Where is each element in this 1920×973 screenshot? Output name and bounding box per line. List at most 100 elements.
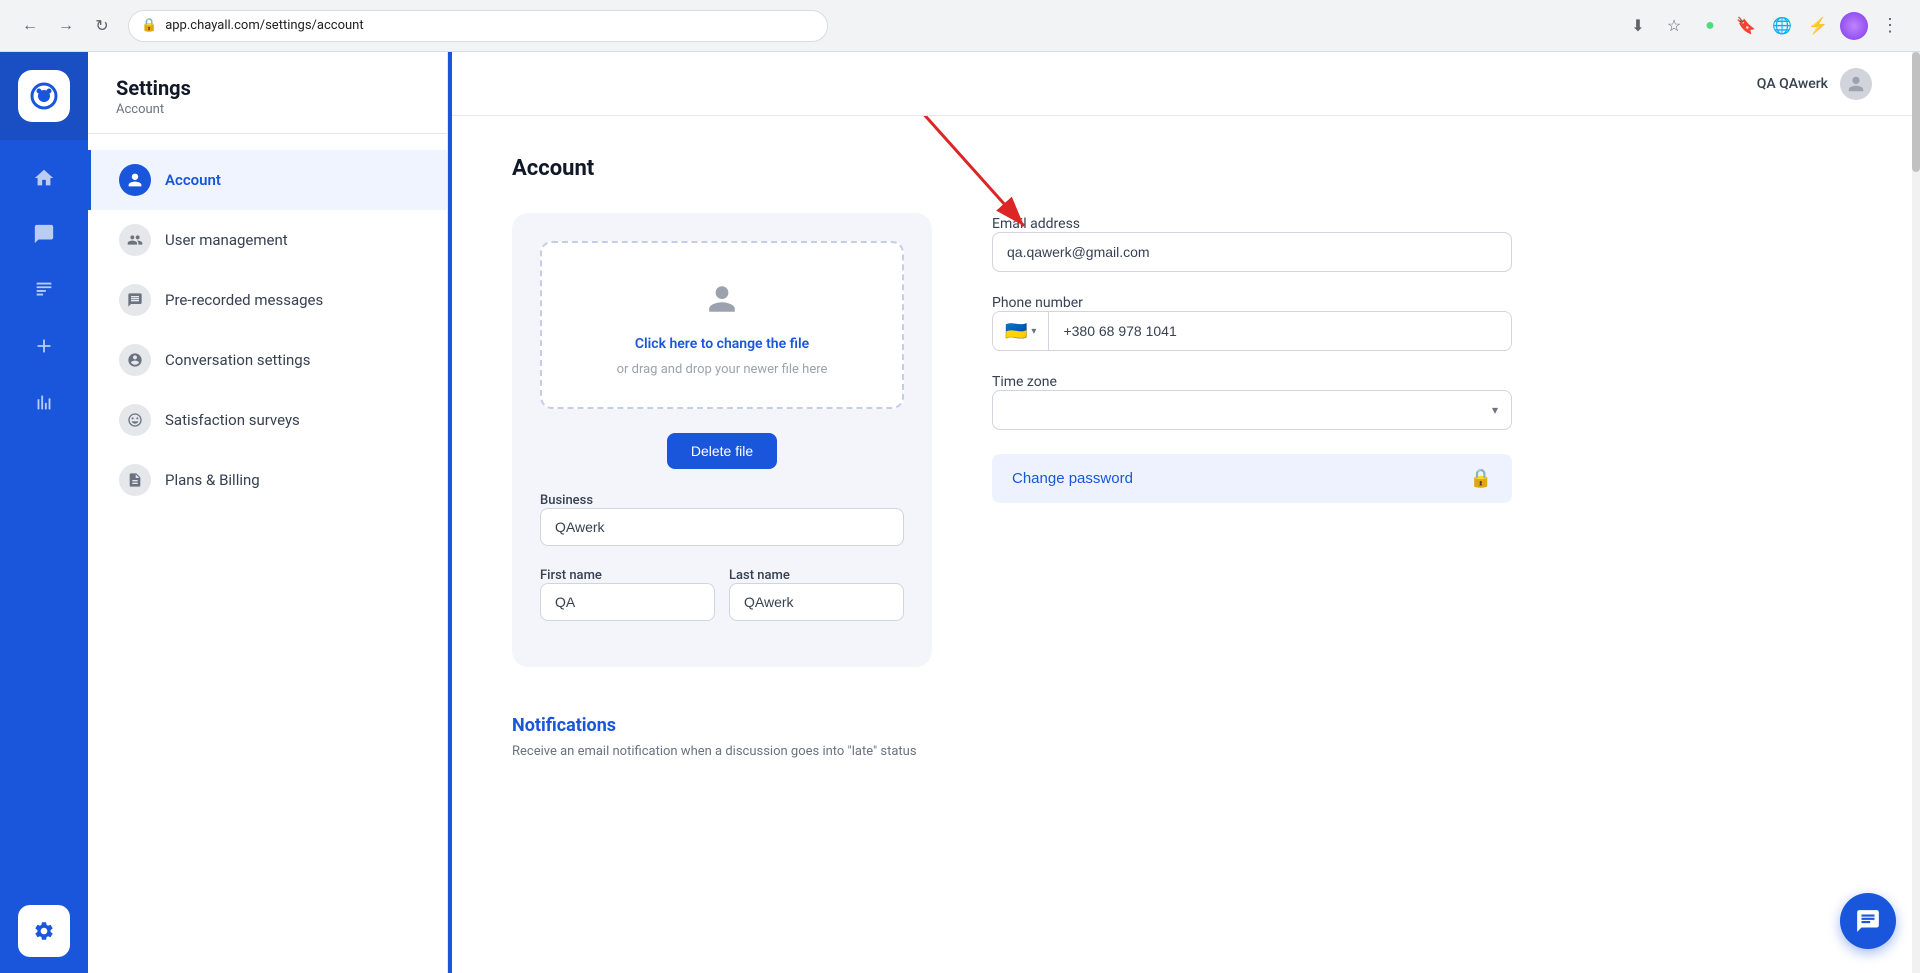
upload-dropzone[interactable]: Click here to change the file or drag an…	[540, 241, 904, 409]
conversation-label: Conversation settings	[165, 351, 310, 369]
lock-icon: 🔒	[1470, 468, 1492, 489]
reload-button[interactable]: ↻	[88, 12, 116, 40]
timezone-wrapper: UTC Europe/Kiev America/New_York ▾	[992, 390, 1512, 430]
rail-bottom	[18, 905, 70, 973]
first-name-label: First name	[540, 568, 602, 583]
main-content: QA QAwerk Account	[452, 52, 1912, 973]
user-management-icon	[119, 224, 151, 256]
user-name: QA QAwerk	[1757, 76, 1828, 92]
settings-nav-item-satisfaction[interactable]: Satisfaction surveys	[88, 390, 447, 450]
pre-recorded-icon	[119, 284, 151, 316]
rail-item-stats[interactable]	[18, 376, 70, 428]
change-password-button[interactable]: Change password 🔒	[992, 454, 1512, 503]
form-fields: Business First name Last name	[540, 489, 904, 639]
extension2-icon[interactable]: 🔖	[1732, 12, 1760, 40]
conversation-icon	[119, 344, 151, 376]
notifications-title: Notifications	[512, 715, 1872, 736]
email-field-group: Email address	[992, 213, 1512, 272]
settings-title: Settings	[116, 76, 419, 100]
bookmark-icon[interactable]: ☆	[1660, 12, 1688, 40]
timezone-label: Time zone	[992, 374, 1057, 390]
extension-icon[interactable]: ●	[1696, 12, 1724, 40]
name-row: First name Last name	[540, 564, 904, 639]
settings-nav-item-pre-recorded[interactable]: Pre-recorded messages	[88, 270, 447, 330]
upload-dropzone-wrapper: Click here to change the file or drag an…	[540, 241, 904, 409]
upload-user-icon	[706, 283, 738, 322]
satisfaction-icon	[119, 404, 151, 436]
main-header: QA QAwerk	[452, 52, 1912, 116]
browser-actions: ⬇ ☆ ● 🔖 🌐 ⚡ ⋮	[1624, 12, 1904, 40]
ukraine-flag: 🇺🇦	[1005, 321, 1027, 342]
profile-avatar[interactable]	[1840, 12, 1868, 40]
settings-navigation: Account User management Pre-recorded mes…	[88, 134, 447, 526]
notifications-section: Notifications Receive an email notificat…	[512, 715, 1872, 759]
page-title: Account	[512, 156, 1872, 181]
settings-nav-item-billing[interactable]: Plans & Billing	[88, 450, 447, 510]
flag-dropdown-arrow: ▾	[1031, 326, 1036, 337]
business-input[interactable]	[540, 508, 904, 546]
browser-nav-buttons: ← → ↻	[16, 12, 116, 40]
rail-item-chat[interactable]	[18, 208, 70, 260]
settings-nav-item-account[interactable]: Account	[88, 150, 447, 210]
timezone-field-group: Time zone UTC Europe/Kiev America/New_Yo…	[992, 371, 1512, 430]
email-input[interactable]	[992, 232, 1512, 272]
more-options-icon[interactable]: ⋮	[1876, 12, 1904, 40]
extension3-icon[interactable]: 🌐	[1768, 12, 1796, 40]
rail-item-messages[interactable]	[18, 264, 70, 316]
logo-icon	[18, 70, 70, 122]
timezone-select[interactable]: UTC Europe/Kiev America/New_York	[992, 390, 1512, 430]
left-column: Click here to change the file or drag an…	[512, 213, 932, 667]
browser-chrome: ← → ↻ 🔒 app.chayall.com/settings/account…	[0, 0, 1920, 52]
rail-item-add[interactable]	[18, 320, 70, 372]
logo-area[interactable]	[0, 52, 88, 140]
rail-item-home[interactable]	[18, 152, 70, 204]
url-text: app.chayall.com/settings/account	[165, 18, 363, 33]
forward-button[interactable]: →	[52, 12, 80, 40]
email-label: Email address	[992, 216, 1080, 232]
settings-nav-item-user-management[interactable]: User management	[88, 210, 447, 270]
first-name-field-group: First name	[540, 564, 715, 621]
last-name-label: Last name	[729, 568, 790, 583]
satisfaction-label: Satisfaction surveys	[165, 411, 300, 429]
rail-navigation	[18, 140, 70, 905]
delete-file-button[interactable]: Delete file	[667, 433, 777, 469]
upload-card: Click here to change the file or drag an…	[512, 213, 932, 667]
user-management-label: User management	[165, 231, 288, 249]
settings-subtitle: Account	[116, 102, 419, 117]
phone-label: Phone number	[992, 295, 1083, 311]
back-button[interactable]: ←	[16, 12, 44, 40]
address-bar[interactable]: 🔒 app.chayall.com/settings/account	[128, 10, 828, 42]
download-icon[interactable]: ⬇	[1624, 12, 1652, 40]
app-layout: Settings Account Account User management	[0, 52, 1920, 973]
settings-nav-item-conversation[interactable]: Conversation settings	[88, 330, 447, 390]
business-label: Business	[540, 493, 593, 508]
phone-flag-selector[interactable]: 🇺🇦 ▾	[993, 312, 1049, 350]
phone-input-row: 🇺🇦 ▾	[992, 311, 1512, 351]
main-scroll-area[interactable]: Account Click here to change the file	[452, 116, 1912, 973]
right-scrollbar[interactable]	[1912, 52, 1920, 973]
upload-link[interactable]: Click here to change the file	[635, 336, 809, 352]
upload-hint: or drag and drop your newer file here	[617, 362, 828, 377]
security-icon: 🔒	[141, 18, 157, 33]
billing-label: Plans & Billing	[165, 471, 260, 489]
phone-field-group: Phone number 🇺🇦 ▾	[992, 292, 1512, 351]
user-avatar[interactable]	[1840, 68, 1872, 100]
form-section: Click here to change the file or drag an…	[512, 213, 1512, 667]
icon-rail	[0, 52, 88, 973]
change-password-label: Change password	[1012, 470, 1133, 487]
floating-chat-button[interactable]	[1840, 893, 1896, 949]
last-name-input[interactable]	[729, 583, 904, 621]
first-name-input[interactable]	[540, 583, 715, 621]
user-info: QA QAwerk	[1757, 68, 1872, 100]
notifications-description: Receive an email notification when a dis…	[512, 744, 1872, 759]
right-column: Email address Phone number 🇺🇦 ▾	[992, 213, 1512, 667]
phone-number-input[interactable]	[1049, 312, 1511, 350]
business-field-group: Business	[540, 489, 904, 546]
account-label: Account	[165, 171, 221, 189]
last-name-field-group: Last name	[729, 564, 904, 621]
scrollbar-thumb[interactable]	[1912, 52, 1920, 172]
account-icon	[119, 164, 151, 196]
extension4-icon[interactable]: ⚡	[1804, 12, 1832, 40]
rail-settings-item[interactable]	[18, 905, 70, 957]
settings-sidebar: Settings Account Account User management	[88, 52, 448, 973]
